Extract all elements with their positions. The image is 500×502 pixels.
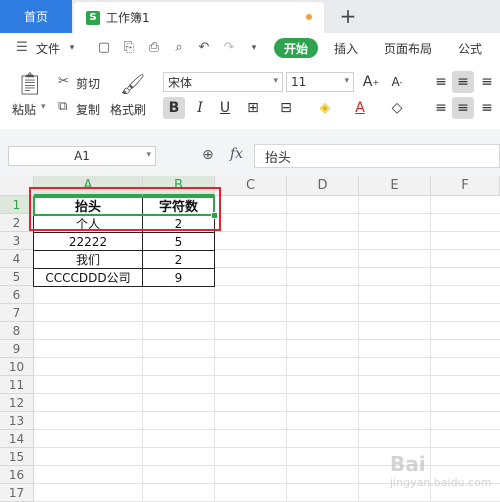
italic-icon[interactable]: I [189, 97, 211, 119]
row-header-4[interactable]: 4 [0, 250, 34, 268]
font-name-select[interactable]: 宋体 ▾ [163, 72, 283, 92]
row-header-11[interactable]: 11 [0, 376, 34, 394]
scissors-icon[interactable]: ✂ [58, 74, 69, 89]
bold-icon[interactable]: B [163, 97, 185, 119]
formula-input-value: 抬头 [265, 150, 292, 166]
format-painter-icon[interactable]: 🖌︎ [120, 72, 145, 96]
row-header-3[interactable]: 3 [0, 232, 34, 250]
fill-color-icon[interactable]: ◈ [314, 97, 336, 119]
chevron-down-icon: ▾ [344, 76, 349, 86]
cell-b4[interactable]: 2 [142, 250, 215, 269]
print-preview-icon[interactable]: ⌕ [171, 40, 187, 56]
start-tab[interactable]: 开始 [274, 38, 318, 58]
row-header-17[interactable]: 17 [0, 484, 34, 502]
column-header-d[interactable]: D [287, 176, 359, 196]
underline-icon[interactable]: U [214, 97, 236, 119]
row-header-15[interactable]: 15 [0, 448, 34, 466]
font-size-value: 11 [291, 75, 307, 89]
font-name-value: 宋体 [168, 75, 193, 90]
chevron-down-icon[interactable]: ▾ [64, 40, 80, 56]
workbook-tab-label: 工作簿1 [106, 11, 150, 25]
cell-a3[interactable]: 22222 [33, 232, 143, 251]
chevron-down-icon: ▾ [273, 76, 278, 86]
merge-cells-icon[interactable]: ⊟ [275, 97, 297, 119]
align-center-icon[interactable]: ≡ [452, 97, 474, 119]
print-icon[interactable]: ⎙ [146, 40, 162, 56]
page-layout-tab[interactable]: 页面布局 [384, 40, 432, 57]
name-box-value: A1 [74, 149, 90, 163]
formula-tab[interactable]: 公式 [458, 40, 482, 57]
row-header-13[interactable]: 13 [0, 412, 34, 430]
name-box[interactable]: A1 ▾ [8, 146, 156, 166]
row-header-16[interactable]: 16 [0, 466, 34, 484]
row-header-6[interactable]: 6 [0, 286, 34, 304]
more-icon[interactable]: ▾ [246, 40, 262, 56]
row-header-8[interactable]: 8 [0, 322, 34, 340]
unsaved-dot-icon [306, 14, 312, 20]
column-header-c[interactable]: C [215, 176, 287, 196]
border-icon[interactable]: ⊞ [242, 97, 264, 119]
decrease-font-icon[interactable]: A- [386, 71, 408, 93]
paste-button[interactable]: 粘贴 [12, 101, 36, 118]
formula-input[interactable]: 抬头 [254, 144, 500, 168]
watermark: Bai jingyan.baidu.com [390, 452, 492, 489]
column-header-f[interactable]: F [431, 176, 500, 196]
grid-col-line [286, 196, 287, 500]
align-left-icon[interactable]: ≡ [430, 97, 452, 119]
cell-a5[interactable]: CCCCDDD公司 [33, 268, 143, 287]
font-size-select[interactable]: 11 ▾ [286, 72, 354, 92]
chevron-down-icon: ▾ [146, 150, 151, 160]
hamburger-menu-icon[interactable]: ☰ [14, 40, 30, 56]
paste-chevron-icon[interactable]: ▾ [41, 102, 46, 112]
grid-col-line [358, 196, 359, 500]
row-header-10[interactable]: 10 [0, 358, 34, 376]
eraser-icon[interactable]: ◇ [386, 97, 408, 119]
cell-b3[interactable]: 5 [142, 232, 215, 251]
zoom-icon[interactable]: ⊕ [202, 147, 214, 163]
export-icon[interactable]: ⎘ [121, 40, 137, 56]
align-middle-icon[interactable]: ≡ [452, 71, 474, 93]
spreadsheet-logo-icon: S [86, 10, 100, 25]
home-tab[interactable]: 首页 [0, 0, 72, 33]
paste-icon[interactable]: 📋︎ [16, 72, 44, 97]
row-header-7[interactable]: 7 [0, 304, 34, 322]
align-right-icon[interactable]: ≡ [476, 97, 498, 119]
insert-tab[interactable]: 插入 [334, 40, 358, 57]
copy-icon[interactable]: ⧉ [58, 99, 67, 114]
redo-icon[interactable]: ↷ [221, 40, 237, 56]
copy-button[interactable]: 复制 [76, 101, 100, 118]
save-icon[interactable]: ▢ [96, 40, 112, 56]
column-header-e[interactable]: E [359, 176, 431, 196]
cell-a4[interactable]: 我们 [33, 250, 143, 269]
annotation-box [29, 187, 221, 231]
cut-button[interactable]: 剪切 [76, 75, 100, 92]
cell-b5[interactable]: 9 [142, 268, 215, 287]
row-header-9[interactable]: 9 [0, 340, 34, 358]
undo-icon[interactable]: ↶ [196, 40, 212, 56]
align-top-icon[interactable]: ≡ [430, 71, 452, 93]
workbook-tab[interactable]: S 工作簿1 [74, 2, 324, 33]
increase-font-icon[interactable]: A + [360, 71, 382, 93]
watermark-brand: Bai [390, 452, 426, 476]
format-painter-button[interactable]: 格式刷 [110, 101, 146, 118]
file-menu[interactable]: 文件 [36, 40, 60, 57]
align-bottom-icon[interactable]: ≡ [476, 71, 498, 93]
font-color-icon[interactable]: A [349, 97, 371, 119]
row-header-12[interactable]: 12 [0, 394, 34, 412]
row-header-5[interactable]: 5 [0, 268, 34, 286]
watermark-sub: jingyan.baidu.com [390, 476, 492, 489]
new-tab-button[interactable]: + [336, 4, 360, 28]
fx-icon[interactable]: fx [230, 146, 243, 162]
row-header-14[interactable]: 14 [0, 430, 34, 448]
